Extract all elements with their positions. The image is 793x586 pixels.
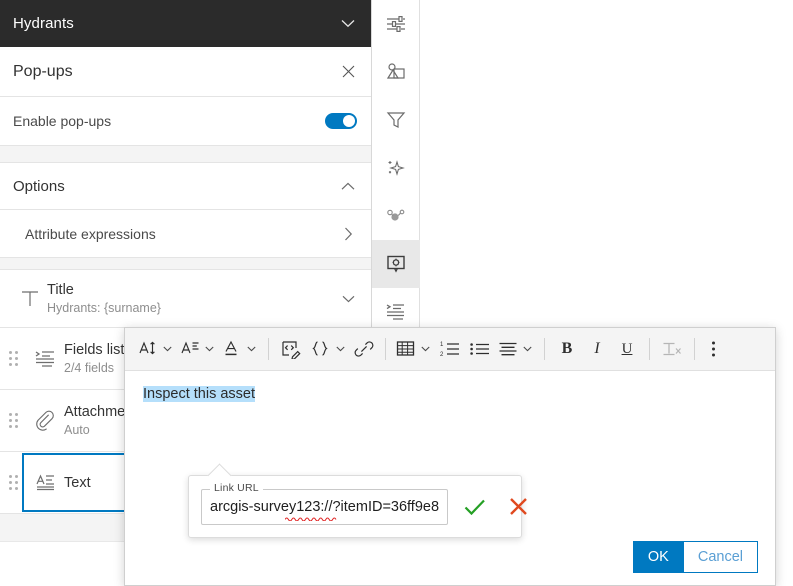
- enable-popups-toggle[interactable]: [325, 113, 357, 129]
- rail-item-filter[interactable]: [372, 96, 420, 144]
- rich-text-editor-body[interactable]: Inspect this asset Link URL arcgis-surve…: [125, 371, 775, 538]
- close-icon[interactable]: [339, 63, 357, 81]
- fields-icon: [385, 301, 407, 323]
- toolbar-divider: [385, 338, 386, 360]
- popups-title: Pop-ups: [13, 62, 73, 80]
- filter-icon: [385, 109, 407, 131]
- element-title-text: Title Hydrants: {surname}: [47, 281, 339, 317]
- bold-icon[interactable]: B: [552, 334, 582, 364]
- drag-handle-icon[interactable]: [0, 413, 26, 428]
- enable-popups-row[interactable]: Enable pop-ups: [0, 97, 371, 146]
- link-icon[interactable]: [350, 334, 378, 364]
- spellcheck-underline-icon: [285, 517, 337, 521]
- x-icon[interactable]: [509, 497, 528, 516]
- chevron-right-icon[interactable]: [339, 225, 357, 243]
- drag-handle-icon[interactable]: [0, 475, 26, 490]
- more-options-kebab-icon[interactable]: [702, 334, 724, 364]
- link-url-label: Link URL: [210, 481, 263, 494]
- layer-tools-rail: [372, 0, 420, 340]
- text-color-chevron-down-icon[interactable]: [245, 334, 261, 364]
- cancel-button[interactable]: Cancel: [682, 540, 758, 573]
- element-row-title[interactable]: Title Hydrants: {surname}: [0, 270, 371, 328]
- chevron-down-icon[interactable]: [339, 15, 357, 33]
- attribute-expressions-row[interactable]: Attribute expressions: [0, 210, 371, 258]
- symbology-styles-icon: [385, 61, 407, 83]
- rail-item-popups[interactable]: [372, 240, 420, 288]
- options-label: Options: [13, 177, 65, 195]
- toolbar-divider: [268, 338, 269, 360]
- layer-title: Hydrants: [13, 15, 74, 32]
- clear-format-icon[interactable]: [657, 334, 687, 364]
- attachment-icon: [26, 409, 64, 433]
- source-code-icon[interactable]: [276, 334, 306, 364]
- ok-button[interactable]: OK: [632, 540, 683, 573]
- rail-item-labels[interactable]: [372, 192, 420, 240]
- layer-header[interactable]: Hydrants: [0, 0, 371, 47]
- toolbar-divider: [649, 338, 650, 360]
- popups-header-row: Pop-ups: [0, 47, 371, 97]
- element-name: Title: [47, 281, 74, 298]
- svg-text:2: 2: [440, 352, 444, 358]
- link-url-field[interactable]: Link URL arcgis-survey123://?itemID=36ff…: [201, 481, 448, 525]
- editor-selected-text[interactable]: Inspect this asset: [143, 386, 256, 402]
- table-chevron-down-icon[interactable]: [419, 334, 435, 364]
- align-chevron-down-icon[interactable]: [521, 334, 537, 364]
- toolbar-divider: [544, 338, 545, 360]
- chevron-up-icon[interactable]: [339, 177, 357, 195]
- check-icon[interactable]: [464, 498, 486, 516]
- properties-sliders-icon: [385, 13, 407, 35]
- title-icon: [13, 288, 47, 310]
- text-color-icon[interactable]: [219, 334, 245, 364]
- rail-item-properties[interactable]: [372, 0, 420, 48]
- fields-list-icon: [26, 349, 64, 369]
- text-icon: [26, 472, 64, 494]
- link-url-value: arcgis-survey123://?itemID=36ff9e8c1: [210, 498, 439, 515]
- labels-nodes-icon: [385, 205, 407, 227]
- align-icon[interactable]: [495, 334, 521, 364]
- rail-item-styles[interactable]: [372, 48, 420, 96]
- underline-icon[interactable]: U: [612, 334, 642, 364]
- rich-text-toolbar: 1 2 B I U: [125, 328, 775, 371]
- table-icon[interactable]: [393, 334, 419, 364]
- rail-item-effects[interactable]: [372, 144, 420, 192]
- italic-icon[interactable]: I: [582, 334, 612, 364]
- svg-text:1: 1: [440, 342, 444, 348]
- element-sub: Hydrants: {surname}: [47, 300, 161, 315]
- enable-popups-label: Enable pop-ups: [13, 113, 112, 129]
- panel-divider-2: [0, 258, 371, 270]
- font-family-icon[interactable]: [177, 334, 203, 364]
- bullet-list-icon[interactable]: [465, 334, 495, 364]
- panel-divider: [0, 146, 371, 163]
- drag-handle-icon[interactable]: [0, 351, 26, 366]
- effects-sparkle-icon: [385, 157, 407, 179]
- attribute-expressions-label: Attribute expressions: [25, 225, 156, 242]
- font-size-chevron-down-icon[interactable]: [161, 334, 177, 364]
- font-family-chevron-down-icon[interactable]: [203, 334, 219, 364]
- field-variable-braces-icon[interactable]: [306, 334, 334, 364]
- popup-configure-icon: [385, 253, 407, 275]
- toolbar-divider: [694, 338, 695, 360]
- options-section-row[interactable]: Options: [0, 163, 371, 210]
- field-variable-chevron-down-icon[interactable]: [334, 334, 350, 364]
- font-size-icon[interactable]: [135, 334, 161, 364]
- chevron-down-icon[interactable]: [339, 290, 357, 308]
- app-root: Hydrants Pop-ups Enable pop-ups Options …: [0, 0, 793, 586]
- numbered-list-icon[interactable]: 1 2: [435, 334, 465, 364]
- text-editor-dialog: 1 2 B I U Inspect this asset Link URL ar…: [124, 327, 776, 586]
- link-url-popup: Link URL arcgis-survey123://?itemID=36ff…: [188, 475, 527, 538]
